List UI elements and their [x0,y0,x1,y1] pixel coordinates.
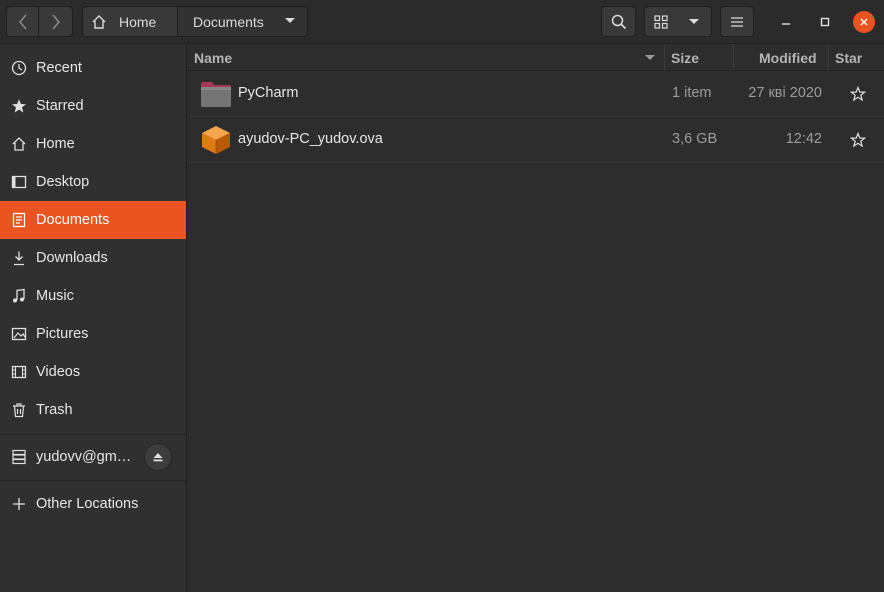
header-bar: Home Documents [0,0,884,44]
sidebar-item-network-drive[interactable]: yudovv@gm… [0,437,186,477]
maximize-icon [820,17,830,27]
column-star-header[interactable]: Star [835,50,862,66]
home-icon [10,135,28,153]
hamburger-menu-button[interactable] [720,6,754,37]
search-button[interactable] [601,6,636,37]
sidebar-item-label: Desktop [36,174,90,190]
video-icon [10,363,28,381]
column-header: Name Size Modified Star [187,45,884,71]
home-icon [92,14,106,29]
grid-icon [654,14,668,29]
sidebar-item-label: Home [36,136,75,152]
caret-down-icon [689,19,699,24]
sidebar-separator [0,434,186,435]
column-name-header[interactable]: Name [194,50,232,66]
sidebar-item-label: Starred [36,98,84,114]
search-icon [611,14,626,29]
breadcrumb-home-label: Home [119,13,157,30]
file-size: 1 item [672,85,712,101]
back-button[interactable] [6,6,39,37]
close-button[interactable] [853,11,875,33]
sidebar-item-label: Music [36,288,74,304]
column-divider [733,45,734,70]
forward-button[interactable] [39,6,73,37]
sidebar-item-trash[interactable]: Trash [0,391,186,429]
sidebar-item-pictures[interactable]: Pictures [0,315,186,353]
sidebar-item-label: Recent [36,60,82,76]
pictures-icon [10,325,28,343]
breadcrumb-documents[interactable]: Documents [177,6,308,37]
eject-button[interactable] [144,443,172,471]
sidebar-item-home[interactable]: Home [0,125,186,163]
sidebar-item-music[interactable]: Music [0,277,186,315]
minimize-button[interactable] [775,11,797,33]
star-outline-icon[interactable] [850,86,866,102]
chevron-down-icon [285,18,295,23]
file-modified: 12:42 [785,131,822,147]
sidebar-item-videos[interactable]: Videos [0,353,186,391]
document-icon [10,211,28,229]
star-icon [10,97,28,115]
desktop-icon [10,173,28,191]
file-row-pycharm[interactable]: PyCharm 1 item 27 кві 2020 [187,71,884,117]
sidebar-item-label: Trash [36,402,73,418]
sidebar-item-label: Other Locations [36,496,139,512]
file-name: PyCharm [238,85,299,101]
clock-icon [10,59,28,77]
hamburger-icon [731,16,743,27]
music-icon [10,287,28,305]
network-drive-icon [10,448,28,466]
download-icon [10,249,28,267]
chevron-left-icon [18,14,27,29]
file-list: Name Size Modified Star PyCharm 1 item 2… [187,45,884,592]
file-modified: 27 кві 2020 [748,85,822,101]
column-size-header[interactable]: Size [671,50,699,66]
sidebar-item-label: Videos [36,364,81,380]
grid-view-button[interactable] [644,6,678,37]
file-name: ayudov-PC_yudov.ova [238,131,383,147]
column-divider [828,45,829,70]
sort-descending-icon [645,55,655,60]
sidebar-item-other-locations[interactable]: Other Locations [0,485,186,523]
eject-icon [153,453,163,462]
sidebar-item-starred[interactable]: Starred [0,87,186,125]
sidebar-item-downloads[interactable]: Downloads [0,239,186,277]
sidebar-item-label: Pictures [36,326,89,342]
file-size: 3,6 GB [672,131,718,147]
sidebar-item-label: yudovv@gm… [36,449,132,465]
virtualbox-appliance-icon [202,126,230,154]
trash-icon [10,401,28,419]
plus-icon [10,495,28,513]
folder-icon [201,82,231,107]
sidebar-item-label: Downloads [36,250,108,266]
close-icon [860,18,868,26]
sidebar-separator [0,480,186,481]
minimize-icon [782,23,790,25]
column-modified-header[interactable]: Modified [759,50,817,66]
star-outline-icon[interactable] [850,132,866,148]
file-row-ova[interactable]: ayudov-PC_yudov.ova 3,6 GB 12:42 [187,117,884,163]
column-divider [664,45,665,70]
breadcrumb-documents-label: Documents [193,13,264,30]
sidebar: Recent Starred Home Desktop Documents Do… [0,45,187,592]
chevron-right-icon [51,14,60,29]
maximize-button[interactable] [814,11,836,33]
sidebar-item-desktop[interactable]: Desktop [0,163,186,201]
view-options-button[interactable] [677,6,712,37]
sidebar-item-label: Documents [36,212,110,228]
sidebar-item-recent[interactable]: Recent [0,49,186,87]
breadcrumb-home[interactable]: Home [82,6,178,37]
sidebar-item-documents[interactable]: Documents [0,201,186,239]
